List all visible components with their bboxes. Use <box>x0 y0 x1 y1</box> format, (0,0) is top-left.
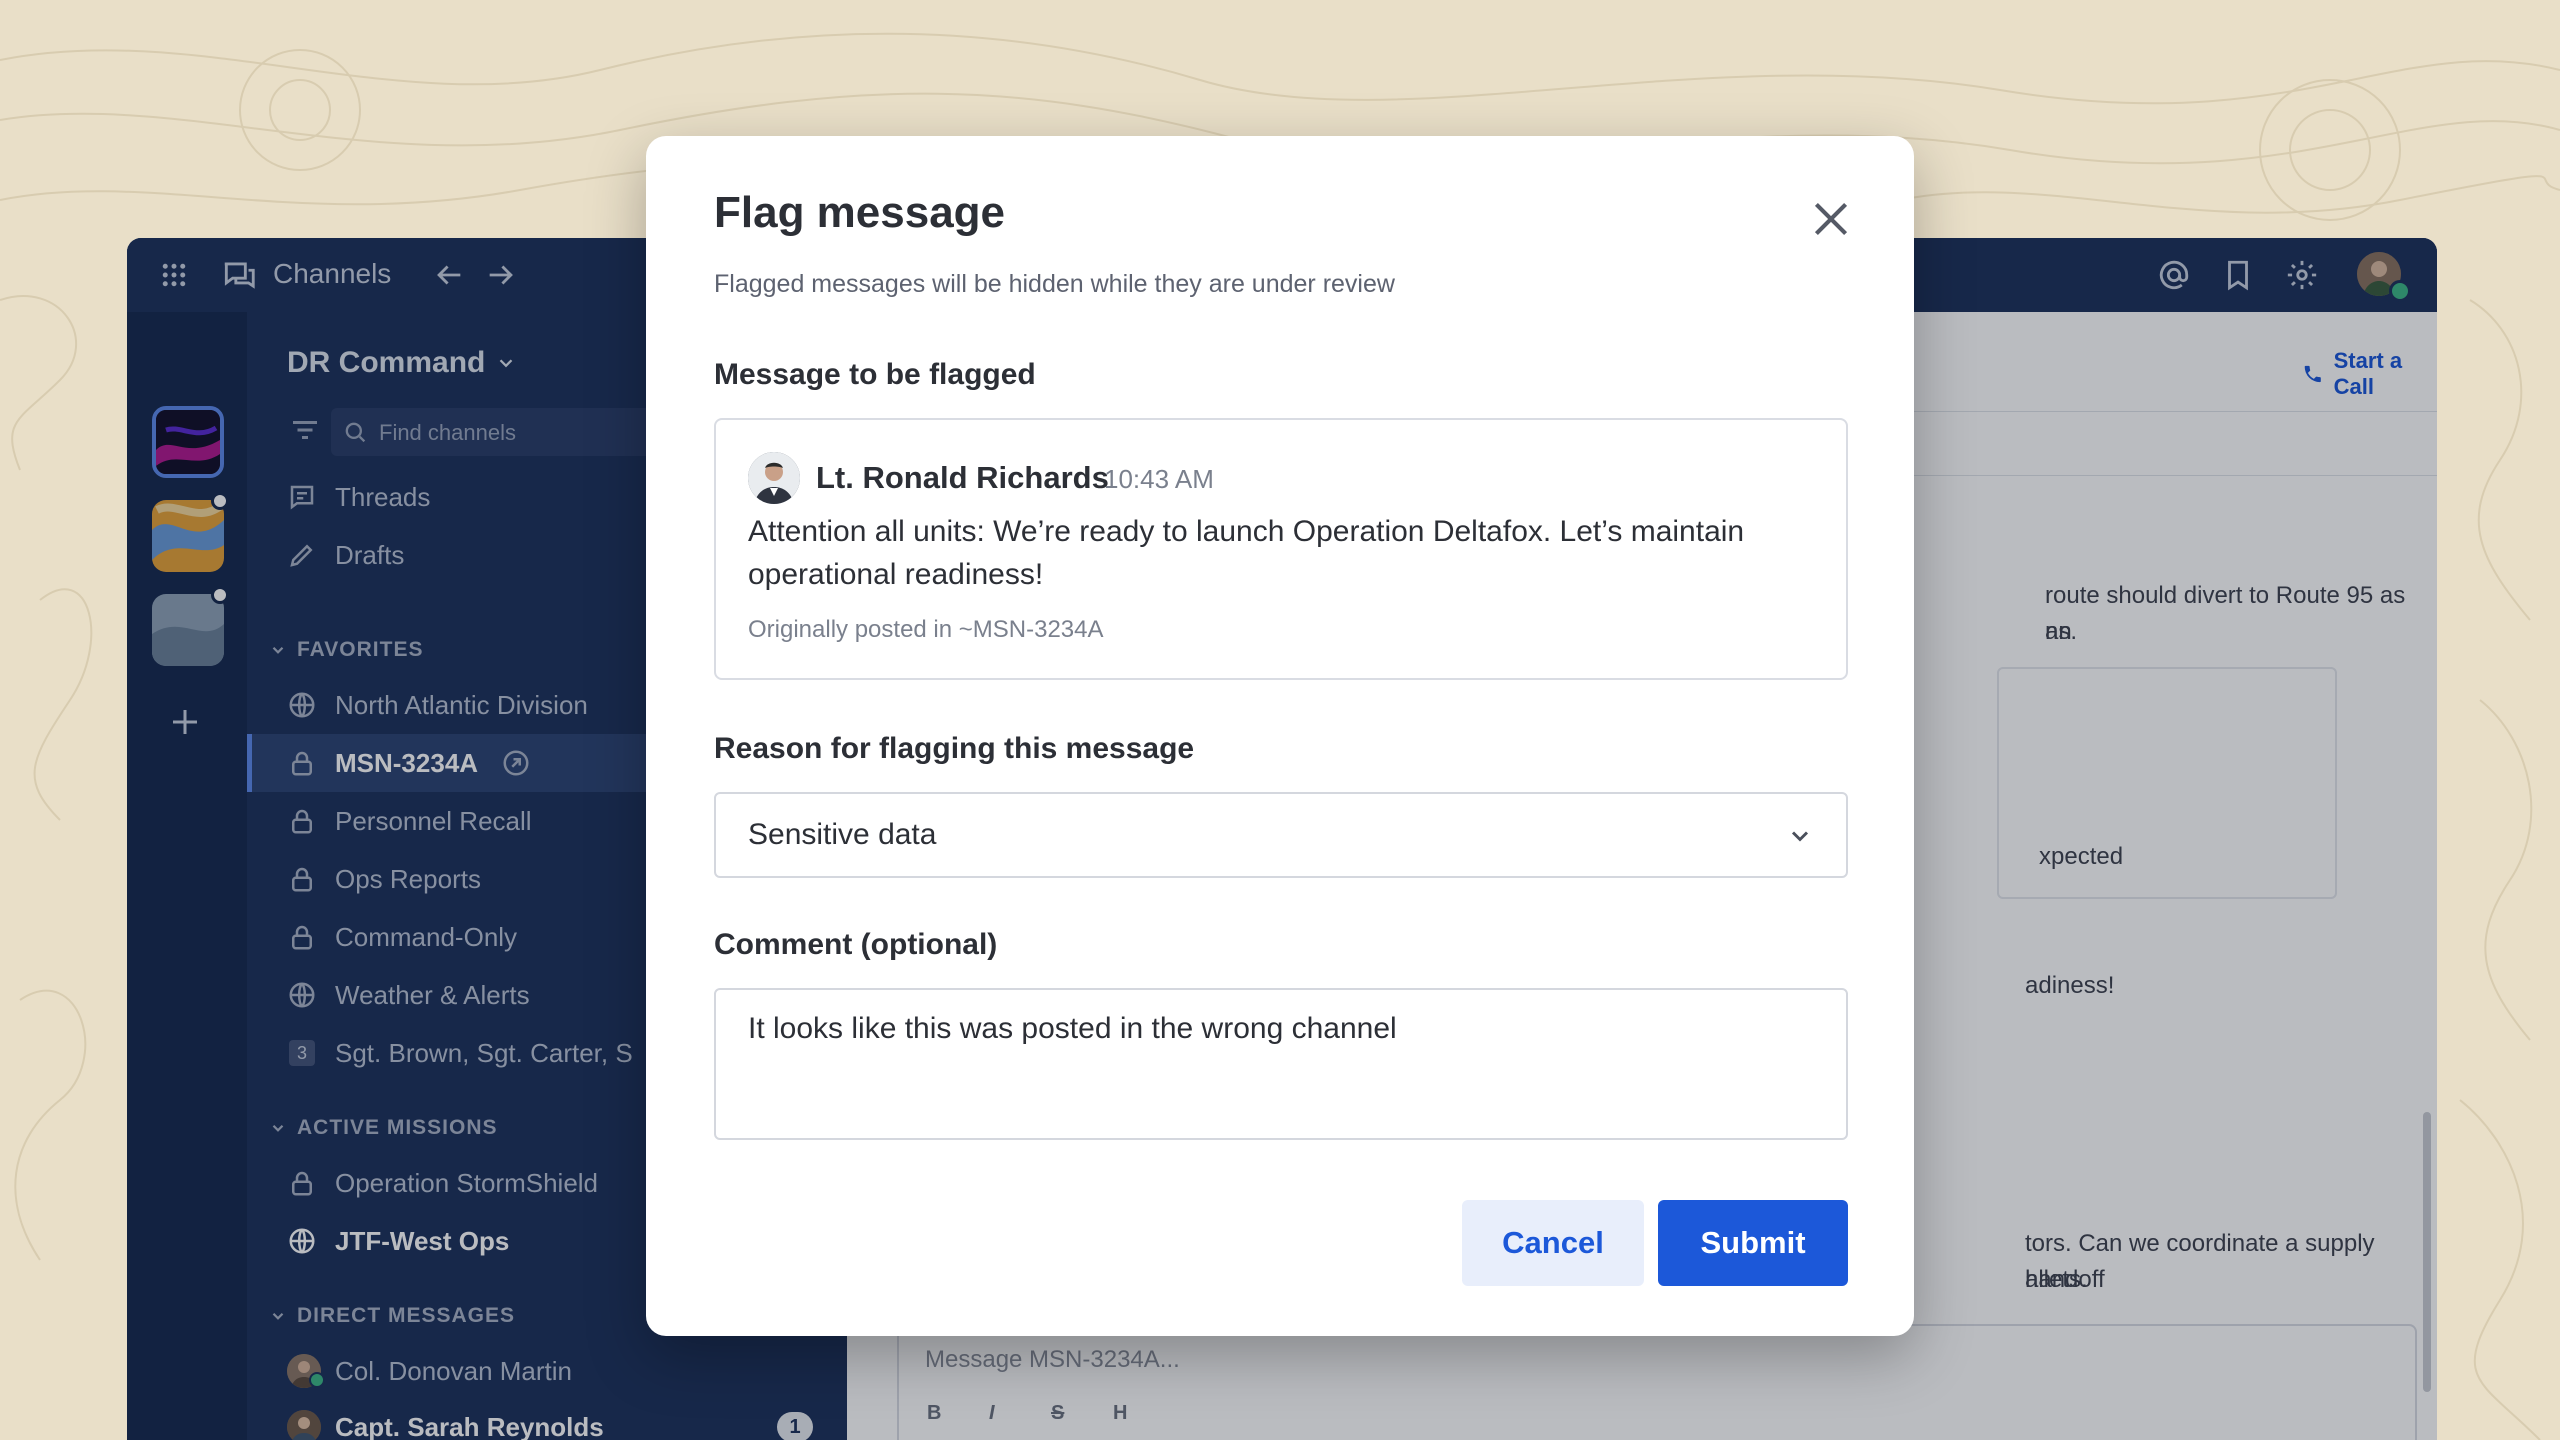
submit-button[interactable]: Submit <box>1658 1200 1848 1286</box>
reason-label: Reason for flagging this message <box>714 732 1195 765</box>
dialog-title: Flag message <box>714 188 1006 237</box>
avatar <box>748 452 800 504</box>
flag-message-dialog: Flag message Flagged messages will be hi… <box>646 136 1914 1336</box>
reason-select[interactable]: Sensitive data <box>714 792 1848 878</box>
message-origin: Originally posted in ~MSN-3234A <box>748 616 1104 643</box>
dialog-subtitle: Flagged messages will be hidden while th… <box>714 270 1395 298</box>
close-icon[interactable] <box>1806 194 1856 244</box>
cancel-button[interactable]: Cancel <box>1462 1200 1644 1286</box>
chevron-down-icon <box>1791 831 1809 842</box>
message-body: Attention all units: We’re ready to laun… <box>748 515 1745 591</box>
comment-label: Comment (optional) <box>714 928 998 961</box>
message-time: 10:43 AM <box>1104 464 1214 494</box>
reason-selected-value: Sensitive data <box>748 818 937 851</box>
message-to-flag-label: Message to be flagged <box>714 358 1036 391</box>
flagged-message-preview: Lt. Ronald Richards 10:43 AM Attention a… <box>714 418 1848 680</box>
comment-textarea[interactable]: It looks like this was posted in the wro… <box>714 988 1848 1140</box>
comment-value: It looks like this was posted in the wro… <box>748 1012 1397 1045</box>
message-author: Lt. Ronald Richards <box>816 460 1109 495</box>
